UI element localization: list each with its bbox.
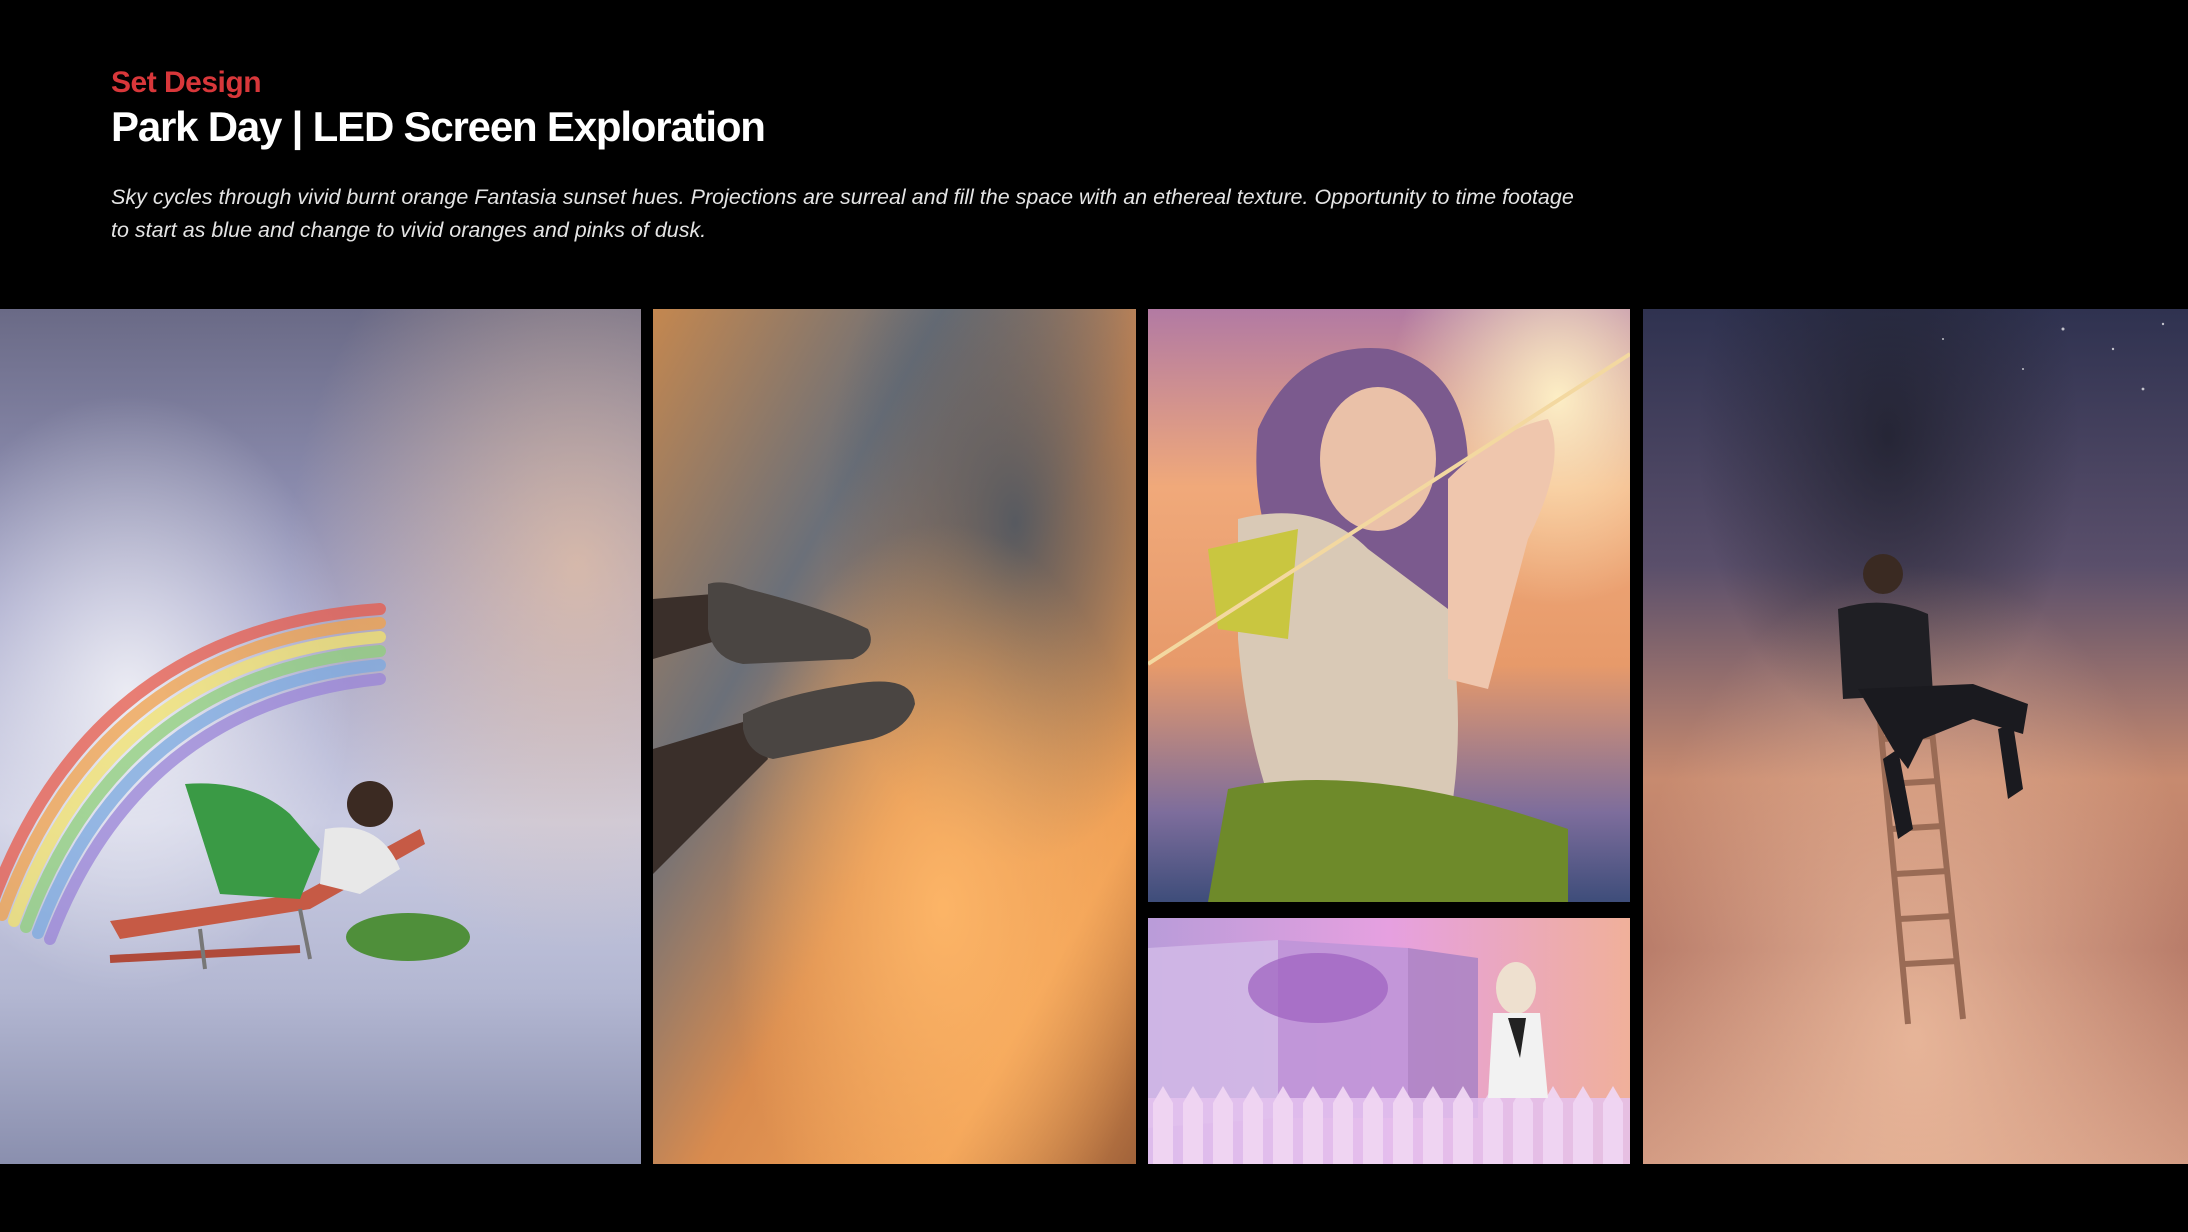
slide: Set Design Park Day | LED Screen Explora… <box>0 0 2188 1232</box>
photo-stage-performer <box>1148 918 1630 1164</box>
section-label: Set Design <box>111 66 262 99</box>
photo-ladder-clouds <box>1643 309 2188 1164</box>
description-text: Sky cycles through vivid burnt orange Fa… <box>111 185 1574 242</box>
photo-rainbow-lounger <box>0 309 641 1164</box>
page-title: Park Day | LED Screen Exploration <box>111 103 766 150</box>
photo-archer-sunset <box>1148 309 1630 902</box>
photo-sneakers-sky <box>653 309 1136 1164</box>
